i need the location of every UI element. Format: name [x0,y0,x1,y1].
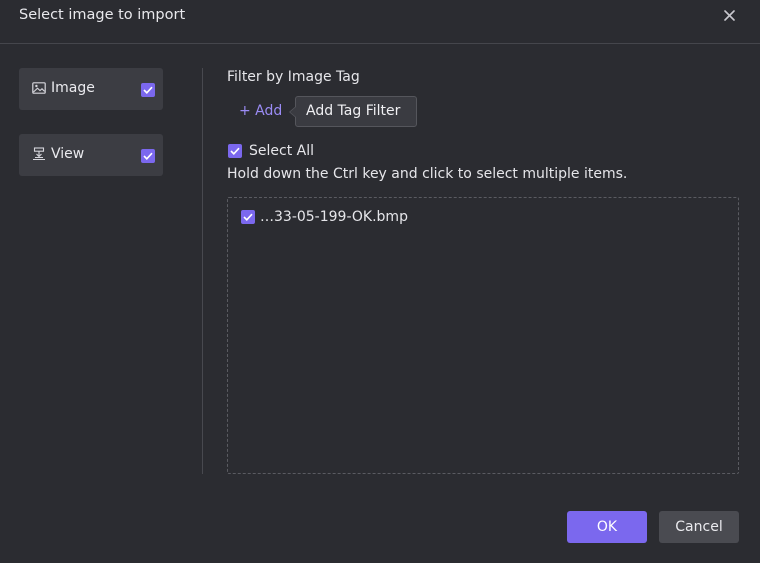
list-item[interactable]: …33-05-199-OK.bmp [240,208,540,228]
select-all-label: Select All [249,143,314,159]
sidebar-item-label: Image [51,80,95,96]
sidebar-item-view[interactable]: View [19,134,163,176]
vertical-divider [202,68,203,474]
file-name: …33-05-199-OK.bmp [260,209,408,225]
checkmark-icon [243,213,253,221]
cancel-button[interactable]: Cancel [659,511,739,543]
add-tag-filter-link[interactable]: + Add [239,103,282,119]
view-checkbox[interactable] [141,149,155,163]
dialog-titlebar: Select image to import [0,0,760,44]
add-tag-filter-tooltip: Add Tag Filter [289,96,417,127]
multi-select-hint: Hold down the Ctrl key and click to sele… [227,166,628,182]
sidebar-item-image[interactable]: Image [19,68,163,110]
checkmark-icon [143,152,153,160]
file-checkbox[interactable] [241,210,255,224]
checkmark-icon [230,147,240,155]
import-image-dialog: Select image to import Image View Filter… [0,0,760,563]
select-all-checkbox[interactable]: Select All [227,143,347,161]
ok-button[interactable]: OK [567,511,647,543]
view-icon [33,147,45,161]
select-all-check[interactable] [228,144,242,158]
filter-label: Filter by Image Tag [227,69,360,85]
dialog-title: Select image to import [19,7,186,23]
image-icon [32,82,46,94]
close-icon [723,9,735,21]
sidebar-item-label: View [51,146,85,162]
checkmark-icon [143,86,153,94]
image-checkbox[interactable] [141,83,155,97]
close-button[interactable] [717,4,741,26]
file-list[interactable]: …33-05-199-OK.bmp [227,197,739,474]
tooltip-text: Add Tag Filter [306,103,401,119]
